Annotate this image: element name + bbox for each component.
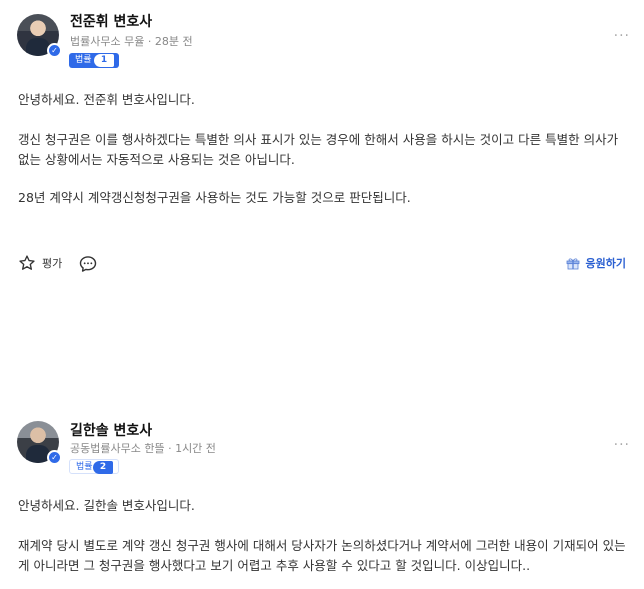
avatar[interactable]: ✓ — [17, 421, 62, 465]
answer-paragraph: 갱신 청구권은 이를 행사하겠다는 특별한 의사 표시가 있는 경우에 한해서 … — [18, 130, 628, 170]
greeting-text: 안녕하세요. 길한솔 변호사입니다. — [18, 498, 195, 513]
support-button[interactable]: 응원하기 — [565, 255, 626, 271]
gift-icon — [566, 258, 579, 270]
rate-button[interactable]: 평가 — [18, 254, 62, 272]
avatar[interactable]: ✓ — [17, 14, 62, 58]
rate-label: 평가 — [42, 257, 63, 270]
more-options-button[interactable]: ··· — [614, 28, 630, 44]
answer-meta: 법률사무소 무율 · 28분 전 — [70, 35, 193, 48]
answer-card: ✓ 전준휘 변호사 법률사무소 무율 · 28분 전 법률 1 ··· 안녕하세… — [0, 0, 644, 300]
answer-greeting: 안녕하세요. 길한솔 변호사입니다. — [18, 496, 628, 516]
category-badge: 법률 2 — [69, 459, 119, 474]
check-icon: ✓ — [47, 450, 62, 465]
answer-meta: 공동법률사무소 한뜰 · 1시간 전 — [70, 442, 216, 455]
more-options-button[interactable]: ··· — [614, 437, 630, 453]
answer-paragraph: 재계약 당시 별도로 계약 갱신 청구권 행사에 대해서 당사자가 논의하셨다거… — [18, 536, 628, 576]
answer-actions: 평가 응원하기 — [18, 254, 630, 276]
check-icon: ✓ — [47, 43, 62, 58]
answer-card: ✓ 길한솔 변호사 공동법률사무소 한뜰 · 1시간 전 법률 2 ··· 안녕… — [0, 405, 644, 589]
support-label: 응원하기 — [585, 257, 626, 270]
paragraph-text: 28년 계약시 계약갱신청청구권을 사용하는 것도 가능할 것으로 판단됩니다. — [18, 190, 411, 205]
paragraph-text: 재계약 당시 별도로 계약 갱신 청구권 행사에 대해서 당사자가 논의하셨다거… — [18, 538, 626, 573]
rank-number: 1 — [94, 54, 114, 67]
rank-number: 2 — [93, 461, 113, 474]
answer-paragraph: 28년 계약시 계약갱신청청구권을 사용하는 것도 가능할 것으로 판단됩니다. — [18, 188, 628, 208]
badge-label: 법률 — [76, 462, 93, 472]
paragraph-text: 갱신 청구권은 이를 행사하겠다는 특별한 의사 표시가 있는 경우에 한해서 … — [18, 132, 619, 167]
category-badge: 법률 1 — [69, 53, 119, 68]
badge-label: 법률 — [75, 55, 92, 65]
lawyer-name[interactable]: 전준휘 변호사 — [70, 11, 152, 31]
greeting-text: 안녕하세요. 전준휘 변호사입니다. — [18, 92, 195, 107]
star-icon — [19, 255, 35, 270]
comment-button[interactable] — [78, 254, 98, 278]
answer-greeting: 안녕하세요. 전준휘 변호사입니다. — [18, 90, 628, 110]
comment-icon — [79, 256, 97, 272]
lawyer-name[interactable]: 길한솔 변호사 — [70, 420, 152, 440]
